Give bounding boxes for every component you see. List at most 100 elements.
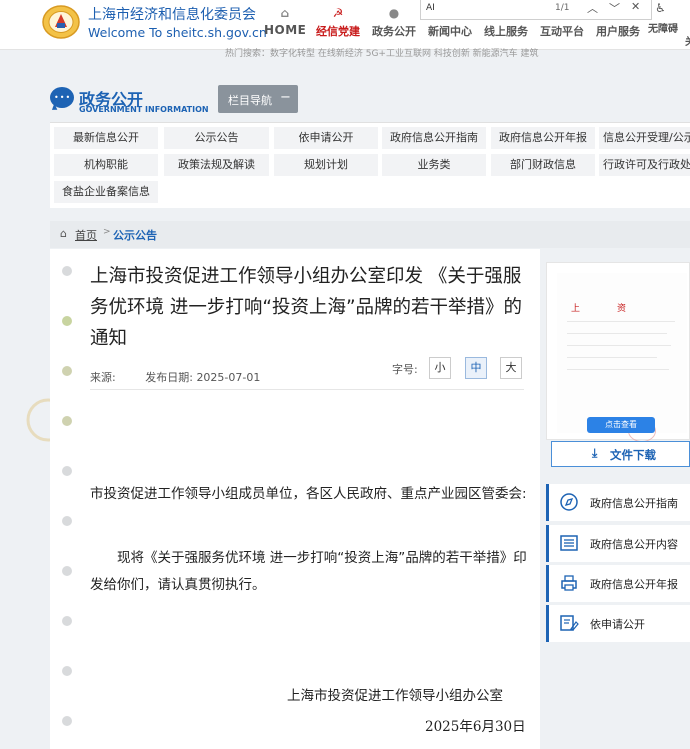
menu-item[interactable]: 公示公告 <box>164 127 269 149</box>
site-name-cn: 上海市经济和信息化委员会 <box>88 7 256 23</box>
menu-item[interactable]: 行政许可及行政处罚 <box>599 154 690 176</box>
home-icon: ⌂ <box>60 227 67 240</box>
quick-link-apply[interactable]: 依申请公开 <box>546 605 690 642</box>
nav-label: HOME <box>264 23 307 37</box>
hot-search-line[interactable]: 热门搜索：数字化转型 在线新经济 5G+工业互联网 科技创新 新能源汽车 建筑 <box>225 46 539 59</box>
accessibility-more: 关 <box>685 33 690 48</box>
gutter-dot <box>62 616 72 626</box>
font-size-small-button[interactable]: 小 <box>429 357 451 379</box>
nav-home[interactable]: ⌂ HOME <box>264 6 306 37</box>
signature-date: 2025年6月30日 <box>425 719 526 735</box>
menu-item[interactable]: 政策法规及解读 <box>164 154 269 176</box>
preview-line <box>567 321 675 322</box>
find-input[interactable]: AI <box>426 3 435 13</box>
divider <box>90 389 524 390</box>
find-prev-button[interactable]: ︿ <box>587 0 598 16</box>
article-panel: 上海市投资促进工作领导小组办公室印发 《关于强服务优环境 进一步打响“投资上海”… <box>50 249 540 749</box>
printer-icon <box>561 575 577 591</box>
quick-link-label: 依申请公开 <box>590 618 645 631</box>
menu-item[interactable]: 政府信息公开指南 <box>382 127 486 149</box>
quick-link-content[interactable]: 政府信息公开内容 <box>546 525 690 562</box>
breadcrumb-home[interactable]: 首页 <box>75 227 97 243</box>
font-size-label: 字号: <box>392 363 418 376</box>
accessibility-button[interactable]: ♿ 无障碍 关 <box>648 0 690 48</box>
menu-item[interactable]: 规划计划 <box>274 154 378 176</box>
font-size-large-button[interactable]: 大 <box>500 357 522 379</box>
decorative-emblem-icon <box>26 398 50 442</box>
column-menu: 最新信息公开 公示公告 依申请公开 政府信息公开指南 政府信息公开年报 信息公开… <box>50 122 690 208</box>
gutter-dot <box>62 416 72 426</box>
list-icon <box>560 535 578 551</box>
download-button[interactable]: ⤓ 文件下载 <box>551 441 690 467</box>
menu-item[interactable]: 部门财政信息 <box>491 154 595 176</box>
article-paragraph: 市投资促进工作领导小组成员单位，各区人民政府、重点产业园区管委会: <box>90 486 527 502</box>
quick-link-label: 政府信息公开指南 <box>590 497 678 510</box>
gutter-dot <box>62 566 72 576</box>
find-count: 1/1 <box>555 3 570 13</box>
chat-icon: ● <box>388 6 400 20</box>
find-next-button[interactable]: ﹀ <box>609 0 620 16</box>
gutter-dot <box>62 466 72 476</box>
gutter-dot <box>62 666 72 676</box>
gutter-dot <box>62 366 72 376</box>
find-bar: AI 1/1 ︿ ﹀ ✕ <box>420 0 652 20</box>
nav-label: 经信党建 <box>316 25 360 38</box>
article-meta: 来源: 发布日期: 2025-07-01 <box>90 369 260 385</box>
download-icon: ⤓ <box>592 446 598 460</box>
gutter-dot <box>62 716 72 726</box>
menu-item[interactable]: 政府信息公开年报 <box>491 127 595 149</box>
breadcrumb: ⌂ 首页 > 公示公告 <box>50 221 690 248</box>
preview-red-char: 资 <box>617 304 627 314</box>
quick-link-annual-report[interactable]: 政府信息公开年报 <box>546 565 690 602</box>
chat-bubble-icon: ••• <box>50 87 74 108</box>
publish-date: 2025-07-01 <box>196 371 261 384</box>
find-close-button[interactable]: ✕ <box>631 0 640 13</box>
logo-icon[interactable] <box>42 5 80 39</box>
home-icon: ⌂ <box>280 6 290 20</box>
breadcrumb-current[interactable]: 公示公告 <box>113 227 157 243</box>
nav-label: 新闻中心 <box>428 25 472 38</box>
preview-line <box>567 333 667 334</box>
article-title: 上海市投资促进工作领导小组办公室印发 《关于强服务优环境 进一步打响“投资上海”… <box>90 266 523 349</box>
collapse-icon: − <box>280 90 291 105</box>
accessibility-label: 无障碍 <box>648 24 678 35</box>
nav-label: 政务公开 <box>372 25 416 38</box>
font-size-medium-button[interactable]: 中 <box>465 357 487 379</box>
site-name[interactable]: 上海市经济和信息化委员会 Welcome To sheitc.sh.gov.cn <box>88 7 267 41</box>
column-nav-label: 栏目导航 <box>228 94 272 107</box>
menu-item[interactable]: 食盐企业备案信息 <box>54 181 158 203</box>
menu-item[interactable]: 最新信息公开 <box>54 127 158 149</box>
document-preview[interactable]: 上 资 <box>546 262 690 440</box>
gutter-dot <box>62 316 72 326</box>
date-label: 发布日期: <box>145 371 193 384</box>
site-name-en: Welcome To sheitc.sh.gov.cn <box>88 25 267 40</box>
gutter-dot <box>62 266 72 276</box>
menu-item[interactable]: 业务类 <box>382 154 486 176</box>
quick-link-label: 政府信息公开内容 <box>590 538 678 551</box>
nav-label: 互动平台 <box>540 25 584 38</box>
menu-item[interactable]: 依申请公开 <box>274 127 378 149</box>
edit-doc-icon <box>560 615 579 631</box>
preview-line <box>567 345 671 346</box>
view-document-button[interactable]: 点击查看 <box>587 417 655 433</box>
source-label: 来源: <box>90 371 116 384</box>
preview-line <box>567 357 657 358</box>
preview-line <box>567 369 669 370</box>
gutter-dot <box>62 516 72 526</box>
nav-party[interactable]: ☭ 经信党建 <box>316 6 360 39</box>
preview-red-char: 上 <box>571 304 581 314</box>
download-label: 文件下载 <box>610 448 656 462</box>
menu-item[interactable]: 机构职能 <box>54 154 158 176</box>
nav-label: 用户服务 <box>596 25 640 38</box>
column-nav-button[interactable]: 栏目导航 − <box>218 85 298 113</box>
quick-link-guide[interactable]: 政府信息公开指南 <box>546 484 690 521</box>
party-icon: ☭ <box>332 6 344 20</box>
section-subtitle: GOVERNMENT INFORMATION <box>79 105 209 114</box>
compass-icon <box>560 493 578 511</box>
article-paragraph: 现将《关于强服务优环境 进一步打响“投资上海”品牌的若干举措》印发给你们，请认真… <box>90 550 527 593</box>
breadcrumb-sep: > <box>103 227 111 237</box>
document-thumbnail: 上 资 <box>557 273 687 433</box>
signature-org: 上海市投资促进工作领导小组办公室 <box>287 688 503 704</box>
nav-gov-info[interactable]: ● 政务公开 <box>372 6 416 39</box>
menu-item[interactable]: 信息公开受理/公示 <box>599 127 690 149</box>
